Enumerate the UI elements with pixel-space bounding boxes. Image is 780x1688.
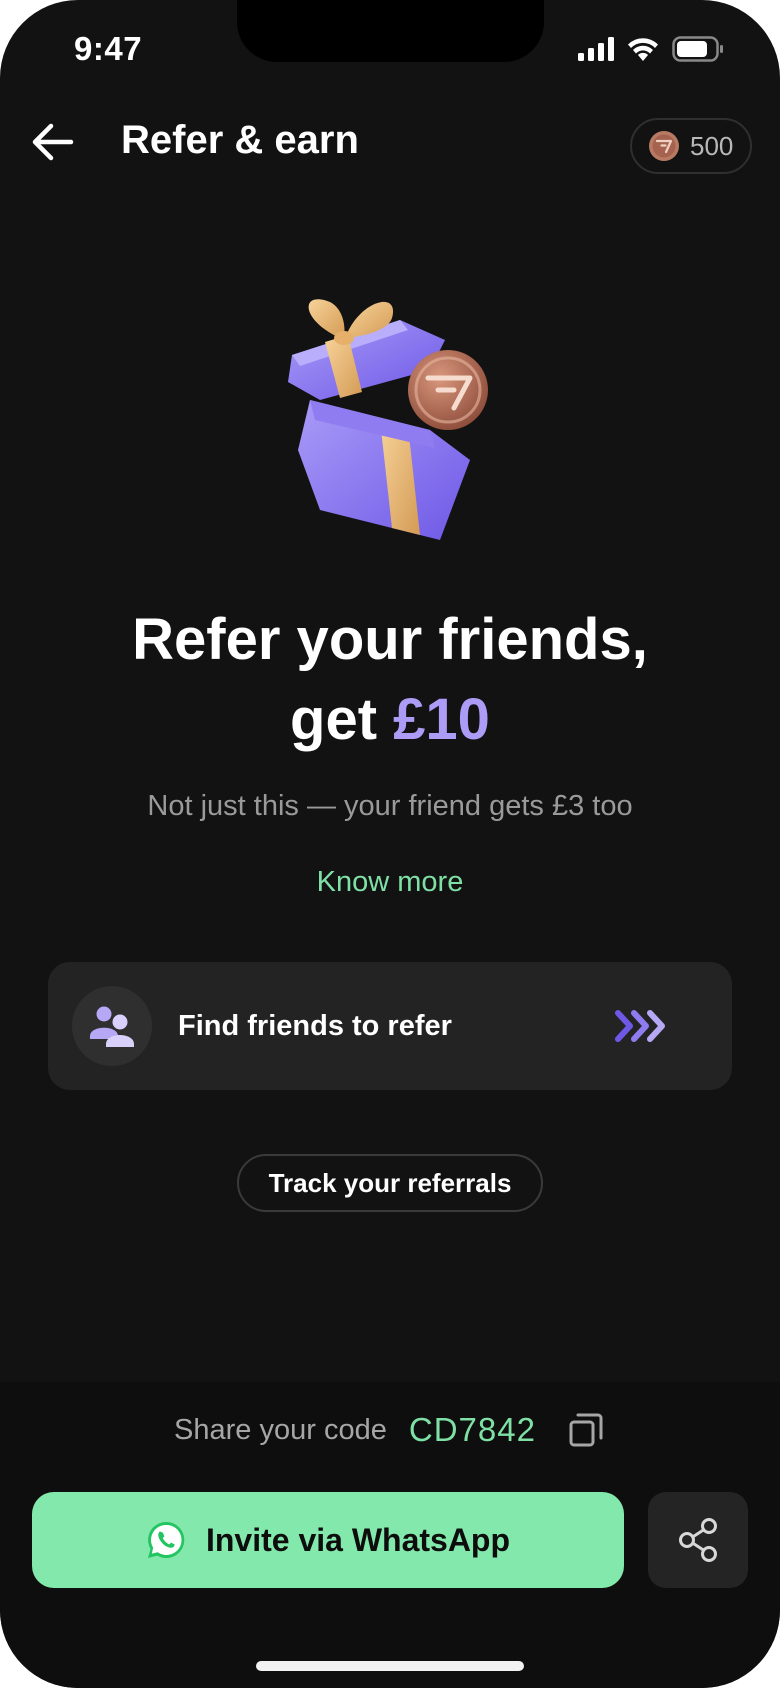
notch (237, 0, 544, 62)
gift-box-icon (288, 299, 488, 540)
friend-reward-subtext: Not just this — your friend gets £3 too (147, 790, 633, 822)
share-code-row: Share your code CD7842 (0, 1410, 780, 1450)
wifi-icon (628, 38, 658, 61)
find-friends-label: Find friends to refer (178, 1009, 452, 1042)
reward-amount: £10 (393, 687, 490, 752)
arrow-left-icon (32, 123, 74, 161)
track-referrals-button[interactable]: Track your referrals (237, 1154, 543, 1212)
gift-box-illustration (280, 280, 510, 550)
status-icons (578, 36, 724, 62)
home-indicator[interactable] (256, 1661, 524, 1671)
whatsapp-icon (147, 1521, 185, 1558)
back-button[interactable] (28, 117, 78, 167)
headline-get: get (290, 687, 378, 752)
know-more-link[interactable]: Know more (0, 866, 780, 899)
people-icon-container (72, 986, 152, 1066)
triple-chevron-right-icon (614, 1009, 668, 1043)
page-title: Refer & earn (121, 118, 359, 162)
invite-whatsapp-button[interactable]: Invite via WhatsApp (32, 1492, 624, 1588)
phone-screen: 9:47 Refer & earn 500 Refer your friends… (0, 0, 780, 1688)
cellular-signal-icon (578, 37, 614, 61)
people-icon (90, 1006, 134, 1047)
coin-balance-value: 500 (690, 130, 734, 161)
share-icon (679, 1518, 717, 1562)
invite-whatsapp-label: Invite via WhatsApp (205, 1521, 511, 1558)
headline-line-2: get £10 (0, 680, 780, 760)
referral-code[interactable]: CD7842 (409, 1411, 536, 1449)
coin-balance-chip[interactable]: 500 (630, 118, 752, 174)
copy-code-button[interactable] (566, 1410, 606, 1450)
headline: Refer your friends, get £10 (0, 600, 780, 760)
headline-line-1: Refer your friends, (132, 607, 648, 672)
share-button[interactable] (648, 1492, 748, 1588)
copy-icon (569, 1413, 603, 1447)
coin-icon (649, 131, 679, 161)
battery-icon (672, 36, 723, 62)
share-code-label: Share your code (174, 1413, 387, 1446)
find-friends-card[interactable]: Find friends to refer (48, 962, 732, 1090)
status-time: 9:47 (74, 30, 143, 67)
